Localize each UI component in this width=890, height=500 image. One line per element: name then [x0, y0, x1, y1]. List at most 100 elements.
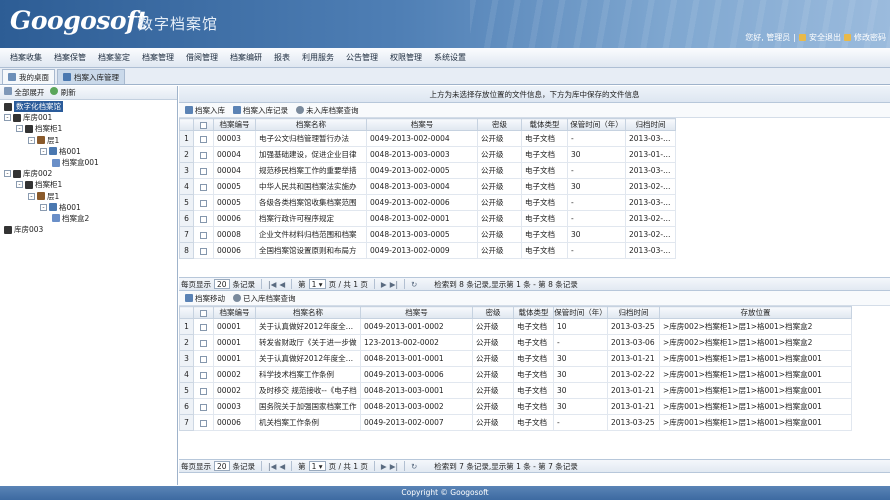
menu-item[interactable]: 公告管理: [340, 52, 384, 63]
tree-node[interactable]: - 格001: [0, 146, 177, 157]
row-checkbox[interactable]: [200, 135, 207, 143]
table-row[interactable]: 7 00008 企业文件材料归档范围和档案 0048-2013-003-0005 公开级…: [179, 226, 676, 243]
change-password-link[interactable]: 修改密码: [854, 32, 886, 43]
table-row[interactable]: 6 00006 档案行政许可程序规定 0048-2013-002-0001 公开级 电子文…: [179, 210, 676, 227]
column-header[interactable]: 档案名称: [255, 118, 367, 131]
tree-node[interactable]: 库房003: [0, 224, 177, 235]
toolbar-button[interactable]: 档案移动: [185, 293, 225, 304]
row-checkbox[interactable]: [200, 215, 207, 223]
next-page-icon[interactable]: ▶: [381, 462, 387, 471]
row-checkbox[interactable]: [200, 247, 207, 255]
collapse-toggle-icon[interactable]: -: [40, 147, 47, 155]
page-select[interactable]: 1 ▾: [308, 461, 326, 471]
table-row[interactable]: 2 00001 转发省财政厅《关于进一步做 123-2013-002-0002 公开级电…: [179, 334, 852, 351]
tree-node[interactable]: - 档案柜1: [0, 123, 177, 134]
menu-item[interactable]: 系统设置: [428, 52, 472, 63]
collapse-toggle-icon[interactable]: -: [4, 170, 11, 178]
refresh-button[interactable]: 刷新: [50, 87, 76, 98]
column-header[interactable]: 档案编号: [213, 306, 256, 319]
per-page-input[interactable]: 20: [214, 279, 230, 289]
expand-all-button[interactable]: 全部展开: [4, 87, 44, 98]
row-checkbox[interactable]: [200, 231, 207, 239]
first-page-icon[interactable]: |◀: [268, 280, 276, 289]
row-checkbox[interactable]: [200, 339, 207, 347]
table-row[interactable]: 7 00006 机关档案工作条例 0049-2013-002-0007 公开级 电子文档 -…: [179, 414, 852, 431]
toolbar-button[interactable]: 档案入库记录: [233, 105, 288, 116]
select-all-checkbox[interactable]: [200, 121, 207, 129]
table-row[interactable]: 4 00005 中华人民共和国档案法实施办 0048-2013-003-0004 公开级…: [179, 178, 676, 195]
prev-page-icon[interactable]: ◀: [279, 280, 285, 289]
row-checkbox[interactable]: [200, 387, 207, 395]
table-row[interactable]: 3 00004 规范移民档案工作的重要举措 0049-2013-002-0005 公开级…: [179, 162, 676, 179]
tree-node[interactable]: - 层1: [0, 191, 177, 202]
tab-desktop[interactable]: 我的桌面: [2, 69, 55, 84]
prev-page-icon[interactable]: ◀: [279, 462, 285, 471]
table-row[interactable]: 5 00005 各级各类档案馆收集档案范围 0049-2013-002-0006 公开级…: [179, 194, 676, 211]
collapse-toggle-icon[interactable]: -: [4, 114, 11, 122]
row-checkbox[interactable]: [200, 403, 207, 411]
first-page-icon[interactable]: |◀: [268, 462, 276, 471]
column-header[interactable]: 档案编号: [213, 118, 256, 131]
toolbar-button[interactable]: 档案入库: [185, 105, 225, 116]
table-row[interactable]: 1 00003 电子公文归档管理暂行办法 0049-2013-002-0004 公开级电…: [179, 130, 676, 147]
menu-item[interactable]: 档案编研: [224, 52, 268, 63]
table-row[interactable]: 2 00004 加强基础建设，促进企业目律 0048-2013-003-0003 公开级…: [179, 146, 676, 163]
tree-node[interactable]: - 档案柜1: [0, 179, 177, 190]
table-row[interactable]: 3 00001 关于认真做好2012年度全省行 0048-2013-001-0001 公…: [179, 350, 852, 367]
menu-item[interactable]: 档案管理: [136, 52, 180, 63]
tree-node[interactable]: 档案盒001: [0, 157, 177, 168]
table-row[interactable]: 4 00002 科学技术档案工作条例 0049-2013-003-0006 公开级 电子文…: [179, 366, 852, 383]
column-header[interactable]: 归档时间: [625, 118, 676, 131]
table-row[interactable]: 6 00003 国务院关于加强国家档案工作 0048-2013-003-0002 公开级…: [179, 398, 852, 415]
table-row[interactable]: 1 00001 关于认真做好2012年度全省行 0049-2013-001-0002 公…: [179, 318, 852, 335]
column-header[interactable]: 档案号: [366, 118, 478, 131]
tree-node[interactable]: 数字化档案馆: [0, 101, 177, 113]
page-select[interactable]: 1 ▾: [308, 279, 326, 289]
per-page-input[interactable]: 20: [214, 461, 230, 471]
tree-node[interactable]: - 库房001: [0, 112, 177, 123]
row-checkbox[interactable]: [200, 199, 207, 207]
row-checkbox[interactable]: [200, 355, 207, 363]
collapse-toggle-icon[interactable]: -: [16, 181, 23, 189]
toolbar-button[interactable]: 已入库档案查询: [233, 293, 296, 304]
tree-node[interactable]: - 库房002: [0, 168, 177, 179]
row-checkbox[interactable]: [200, 151, 207, 159]
row-checkbox[interactable]: [200, 323, 207, 331]
column-header[interactable]: 归档时间: [607, 306, 660, 319]
collapse-toggle-icon[interactable]: -: [40, 203, 47, 211]
column-header[interactable]: 档案号: [360, 306, 473, 319]
menu-item[interactable]: 利用服务: [296, 52, 340, 63]
column-header[interactable]: 密级: [477, 118, 522, 131]
menu-item[interactable]: 档案鉴定: [92, 52, 136, 63]
select-all-checkbox[interactable]: [200, 309, 207, 317]
menu-item[interactable]: 档案收集: [4, 52, 48, 63]
table-row[interactable]: 8 00006 全国档案馆设置原则和布局方 0049-2013-002-0009 公开级…: [179, 242, 676, 259]
row-checkbox[interactable]: [200, 371, 207, 379]
row-checkbox[interactable]: [200, 419, 207, 427]
column-header[interactable]: 载体类型: [521, 118, 568, 131]
row-checkbox[interactable]: [200, 183, 207, 191]
tree-node[interactable]: - 格001: [0, 202, 177, 213]
column-header[interactable]: 密级: [472, 306, 514, 319]
tree-node[interactable]: 档案盒2: [0, 213, 177, 224]
menu-item[interactable]: 权限管理: [384, 52, 428, 63]
refresh-icon[interactable]: ↻: [411, 280, 417, 289]
column-header[interactable]: 保管时间（年）: [553, 306, 608, 319]
refresh-icon[interactable]: ↻: [411, 462, 417, 471]
column-header[interactable]: 存放位置: [659, 306, 852, 319]
row-checkbox[interactable]: [200, 167, 207, 175]
menu-item[interactable]: 档案保管: [48, 52, 92, 63]
menu-item[interactable]: 借阅管理: [180, 52, 224, 63]
last-page-icon[interactable]: ▶|: [390, 280, 398, 289]
column-header[interactable]: 载体类型: [513, 306, 554, 319]
collapse-toggle-icon[interactable]: -: [16, 125, 23, 133]
column-header[interactable]: 保管时间（年）: [567, 118, 626, 131]
logout-link[interactable]: 安全退出: [809, 32, 841, 43]
collapse-toggle-icon[interactable]: -: [28, 136, 35, 144]
menu-item[interactable]: 报表: [268, 52, 296, 63]
next-page-icon[interactable]: ▶: [381, 280, 387, 289]
collapse-toggle-icon[interactable]: -: [28, 192, 35, 200]
tab-archive-storage[interactable]: 档案入库管理: [57, 69, 125, 84]
last-page-icon[interactable]: ▶|: [390, 462, 398, 471]
table-row[interactable]: 5 00002 及时移交 规范接收--《电子档 0048-2013-003-0001 公…: [179, 382, 852, 399]
